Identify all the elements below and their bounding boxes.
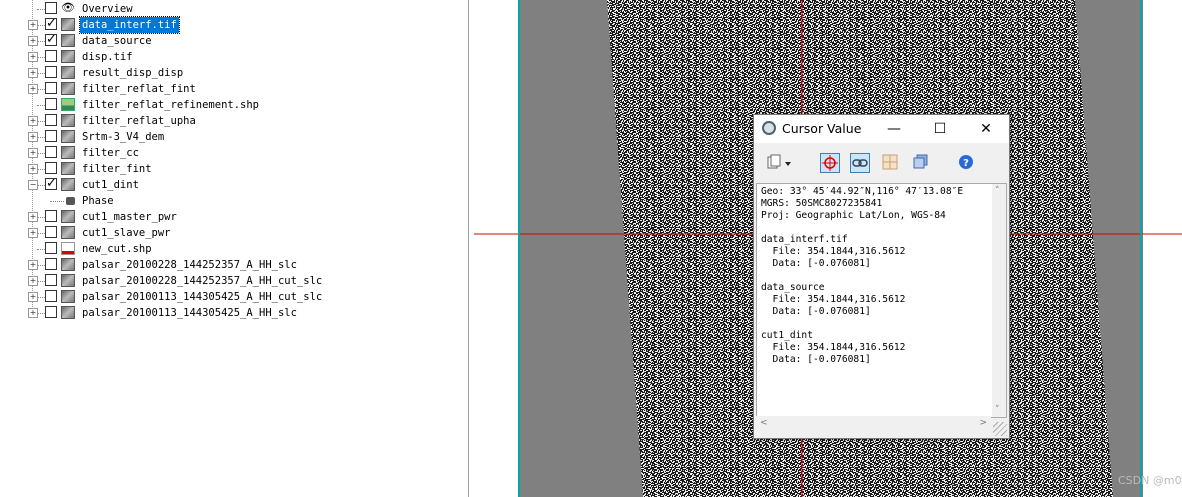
resize-grip[interactable]	[993, 422, 1007, 436]
windows-button[interactable]	[910, 153, 930, 173]
grid-icon	[882, 154, 898, 170]
cursor-value-line: MGRS: 50SMC8027235841	[761, 198, 883, 209]
grid-button[interactable]	[880, 153, 900, 173]
link-toggle-button[interactable]	[850, 153, 870, 173]
scroll-right-icon: >	[979, 418, 987, 428]
crosshair-toggle-button[interactable]	[820, 153, 840, 173]
scroll-down-icon: ˅	[995, 405, 1000, 415]
cursor-value-app-icon	[762, 121, 776, 135]
cursor-value-line: Proj: Geographic Lat/Lon, WGS-84	[761, 210, 946, 221]
copy-icon	[767, 154, 791, 169]
cursor-value-dialog: Cursor Value — ☐ ✕ ? Geo: 33° 45′44.92″N…	[753, 114, 1010, 439]
scroll-left-icon: <	[760, 418, 768, 428]
cursor-value-text[interactable]: Geo: 33° 45′44.92″N,116° 47′13.08″E MGRS:…	[756, 183, 1007, 418]
vertical-scrollbar[interactable]: ˄ ˅	[992, 184, 1006, 417]
close-button[interactable]: ✕	[963, 115, 1009, 143]
cursor-value-line: File: 354.1844,316.5612	[761, 246, 906, 257]
cursor-value-line: cut1_dint	[761, 330, 813, 341]
cursor-value-line: Data: [-0.076081]	[761, 258, 871, 269]
dialog-toolbar: ?	[754, 143, 1009, 183]
help-icon: ?	[959, 155, 973, 169]
minimize-button[interactable]: —	[871, 115, 917, 143]
image-border-right	[1140, 0, 1142, 497]
stacked-windows-icon	[913, 154, 928, 169]
scroll-up-icon: ˄	[995, 186, 1000, 196]
help-button[interactable]: ?	[956, 153, 976, 173]
cursor-value-line: File: 354.1844,316.5612	[761, 294, 906, 305]
link-icon	[852, 159, 868, 167]
image-border-left	[518, 0, 520, 497]
cursor-value-line: File: 354.1844,316.5612	[761, 342, 906, 353]
horizontal-scrollbar[interactable]: < >	[756, 416, 991, 432]
cursor-value-line: Data: [-0.076081]	[761, 354, 871, 365]
cursor-value-line: data_interf.tif	[761, 234, 848, 245]
cursor-value-line: Geo: 33° 45′44.92″N,116° 47′13.08″E	[761, 186, 964, 197]
cursor-value-line: Data: [-0.076081]	[761, 306, 871, 317]
watermark: CSDN @m00—	[1118, 474, 1182, 487]
maximize-button[interactable]: ☐	[917, 115, 963, 143]
svg-text:?: ?	[963, 158, 969, 169]
crosshair-icon	[822, 155, 838, 171]
copy-dropdown-button[interactable]	[766, 153, 794, 173]
dialog-title: Cursor Value	[782, 121, 862, 136]
dialog-title-bar[interactable]: Cursor Value — ☐ ✕	[754, 115, 1009, 143]
cursor-value-line: data_source	[761, 282, 825, 293]
